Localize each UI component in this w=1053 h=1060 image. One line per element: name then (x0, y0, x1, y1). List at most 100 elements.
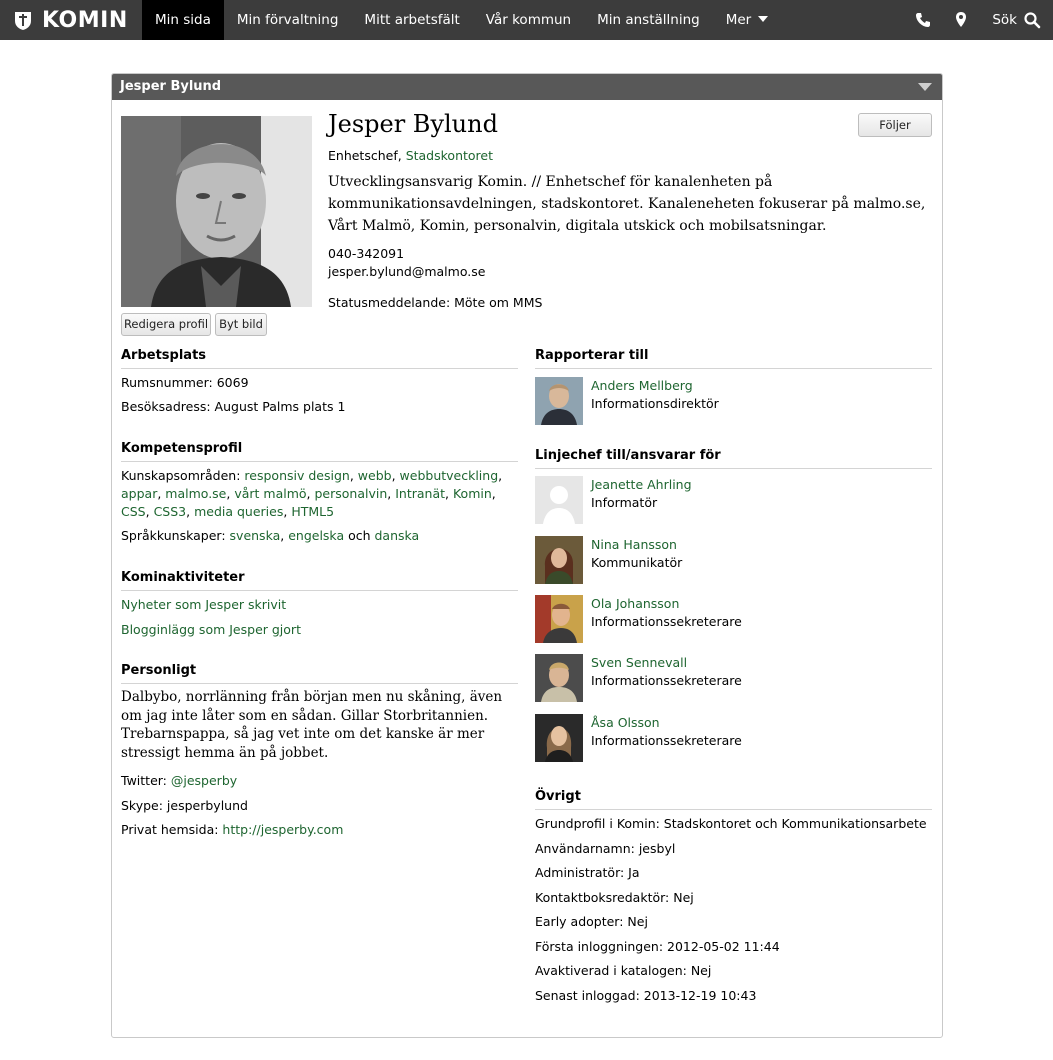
brand-name: KOMIN (42, 7, 128, 33)
managed-person: Sven Sennevall Informationssekreterare (535, 654, 935, 702)
area-link[interactable]: vårt malmö (234, 486, 306, 501)
collapse-triangle-icon[interactable] (918, 83, 932, 91)
area-link[interactable]: malmo.se (165, 486, 226, 501)
top-navigation-bar: KOMIN Min sida Min förvaltning Mitt arbe… (0, 0, 1053, 40)
profile-phone: 040-342091 (328, 246, 405, 261)
managed-person: Nina Hansson Kommunikatör (535, 536, 935, 584)
person-title: Informationssekreterare (591, 733, 742, 748)
knowledge-areas: Kunskapsområden: responsiv design, webb,… (121, 468, 503, 519)
status-message: Statusmeddelande: Möte om MMS (328, 295, 543, 310)
department-link[interactable]: Stadskontoret (406, 148, 493, 163)
area-link[interactable]: appar (121, 486, 157, 501)
location-pin-icon[interactable] (952, 11, 970, 29)
nav-min-forvaltning[interactable]: Min förvaltning (224, 0, 352, 40)
language-skills: Språkkunskaper: svenska, engelska och da… (121, 528, 420, 543)
search-icon[interactable] (1023, 11, 1041, 29)
twitter-line: Twitter: @jesperby (121, 772, 521, 790)
reports-to-person: Anders Mellberg Informationsdirektör (535, 377, 935, 425)
homepage-link[interactable]: http://jesperby.com (222, 822, 343, 837)
person-name-link[interactable]: Anders Mellberg (591, 377, 693, 395)
area-link[interactable]: Komin (453, 486, 492, 501)
manages-heading: Linjechef till/ansvarar för (535, 448, 932, 469)
avatar[interactable] (535, 476, 583, 524)
person-name-link[interactable]: Ola Johansson (591, 595, 679, 613)
language-link[interactable]: svenska (230, 528, 281, 543)
edit-profile-button[interactable]: Redigera profil (121, 313, 211, 336)
room-number: Rumsnummer: 6069 (121, 375, 249, 390)
nav-var-kommun[interactable]: Vår kommun (473, 0, 584, 40)
malmo-crest-icon (12, 9, 34, 31)
homepage-label: Privat hemsida: (121, 822, 223, 837)
area-link[interactable]: CSS3 (154, 504, 187, 519)
other-line: Första inloggningen: 2012-05-02 11:44 (535, 939, 780, 954)
area-link[interactable]: personalvin (315, 486, 388, 501)
search-label[interactable]: Sök (992, 12, 1017, 28)
area-link[interactable]: HTML5 (291, 504, 334, 519)
phone-icon[interactable] (914, 11, 932, 29)
profile-bio: Utvecklingsansvarig Komin. // Enhetschef… (328, 174, 926, 234)
chevron-down-icon (758, 16, 769, 22)
area-link[interactable]: media queries (194, 504, 283, 519)
komin-logo[interactable]: KOMIN (12, 0, 128, 40)
profile-role: Enhetschef, Stadskontoret (328, 148, 493, 163)
twitter-label: Twitter: (121, 773, 171, 788)
personal-text: Dalbybo, norrlänning från början men nu … (121, 689, 503, 761)
visit-address: Besöksadress: August Palms plats 1 (121, 399, 346, 414)
person-name-link[interactable]: Nina Hansson (591, 536, 677, 554)
follow-button[interactable]: Följer (858, 113, 932, 137)
avatar[interactable] (535, 654, 583, 702)
competence-heading: Kompetensprofil (121, 441, 518, 462)
person-name-link[interactable]: Åsa Olsson (591, 714, 660, 732)
person-name-link[interactable]: Sven Sennevall (591, 654, 687, 672)
profile-name: Jesper Bylund (328, 110, 498, 138)
nav-mitt-arbetsfalt[interactable]: Mitt arbetsfält (351, 0, 472, 40)
person-title: Informationssekreterare (591, 614, 742, 629)
panel-header: Jesper Bylund (112, 74, 942, 100)
area-link[interactable]: webb (358, 468, 392, 483)
person-title: Kommunikatör (591, 555, 683, 570)
top-right-tools: Sök (894, 0, 1041, 40)
skype-line: Skype: jesperbylund (121, 798, 248, 813)
person-name-link[interactable]: Jeanette Ahrling (591, 476, 692, 494)
area-link[interactable]: responsiv design (244, 468, 349, 483)
main-nav: Min sida Min förvaltning Mitt arbetsfält… (142, 0, 781, 40)
managed-person: Ola Johansson Informationssekreterare (535, 595, 935, 643)
other-line: Avaktiverad i katalogen: Nej (535, 963, 712, 978)
language-link[interactable]: danska (375, 528, 420, 543)
avatar[interactable] (535, 536, 583, 584)
twitter-link[interactable]: @jesperby (171, 773, 237, 788)
avatar[interactable] (535, 377, 583, 425)
news-link[interactable]: Nyheter som Jesper skrivit (121, 596, 521, 614)
person-title: Informatör (591, 495, 658, 510)
managed-person: Åsa Olsson Informationssekreterare (535, 714, 935, 762)
other-line: Användarnamn: jesbyl (535, 841, 676, 856)
other-line: Senast inloggad: 2013-12-19 10:43 (535, 988, 757, 1003)
languages-and: och (344, 528, 375, 543)
nav-mer[interactable]: Mer (713, 0, 782, 40)
other-line: Administratör: Ja (535, 865, 640, 880)
other-line: Early adopter: Nej (535, 914, 648, 929)
area-link[interactable]: CSS (121, 504, 146, 519)
person-title: Informationsdirektör (591, 396, 719, 411)
knowledge-areas-label: Kunskapsområden: (121, 468, 245, 483)
panel-title: Jesper Bylund (120, 79, 222, 94)
languages-label: Språkkunskaper: (121, 528, 230, 543)
nav-min-anstallning[interactable]: Min anställning (584, 0, 713, 40)
area-link[interactable]: webbutveckling (400, 468, 499, 483)
profile-photo (121, 116, 312, 307)
homepage-line: Privat hemsida: http://jesperby.com (121, 821, 521, 839)
other-line: Grundprofil i Komin: Stadskontoret och K… (535, 816, 927, 831)
activities-heading: Kominaktiviteter (121, 570, 518, 591)
profile-email: jesper.bylund@malmo.se (328, 264, 486, 279)
workplace-heading: Arbetsplats (121, 348, 518, 369)
language-link[interactable]: engelska (288, 528, 344, 543)
area-link[interactable]: Intranät (395, 486, 445, 501)
other-heading: Övrigt (535, 789, 932, 810)
avatar[interactable] (535, 595, 583, 643)
avatar[interactable] (535, 714, 583, 762)
managed-person: Jeanette Ahrling Informatör (535, 476, 935, 524)
nav-min-sida[interactable]: Min sida (142, 0, 224, 40)
blog-link[interactable]: Blogginlägg som Jesper gjort (121, 621, 521, 639)
change-image-button[interactable]: Byt bild (215, 313, 267, 336)
reports-to-heading: Rapporterar till (535, 348, 932, 369)
